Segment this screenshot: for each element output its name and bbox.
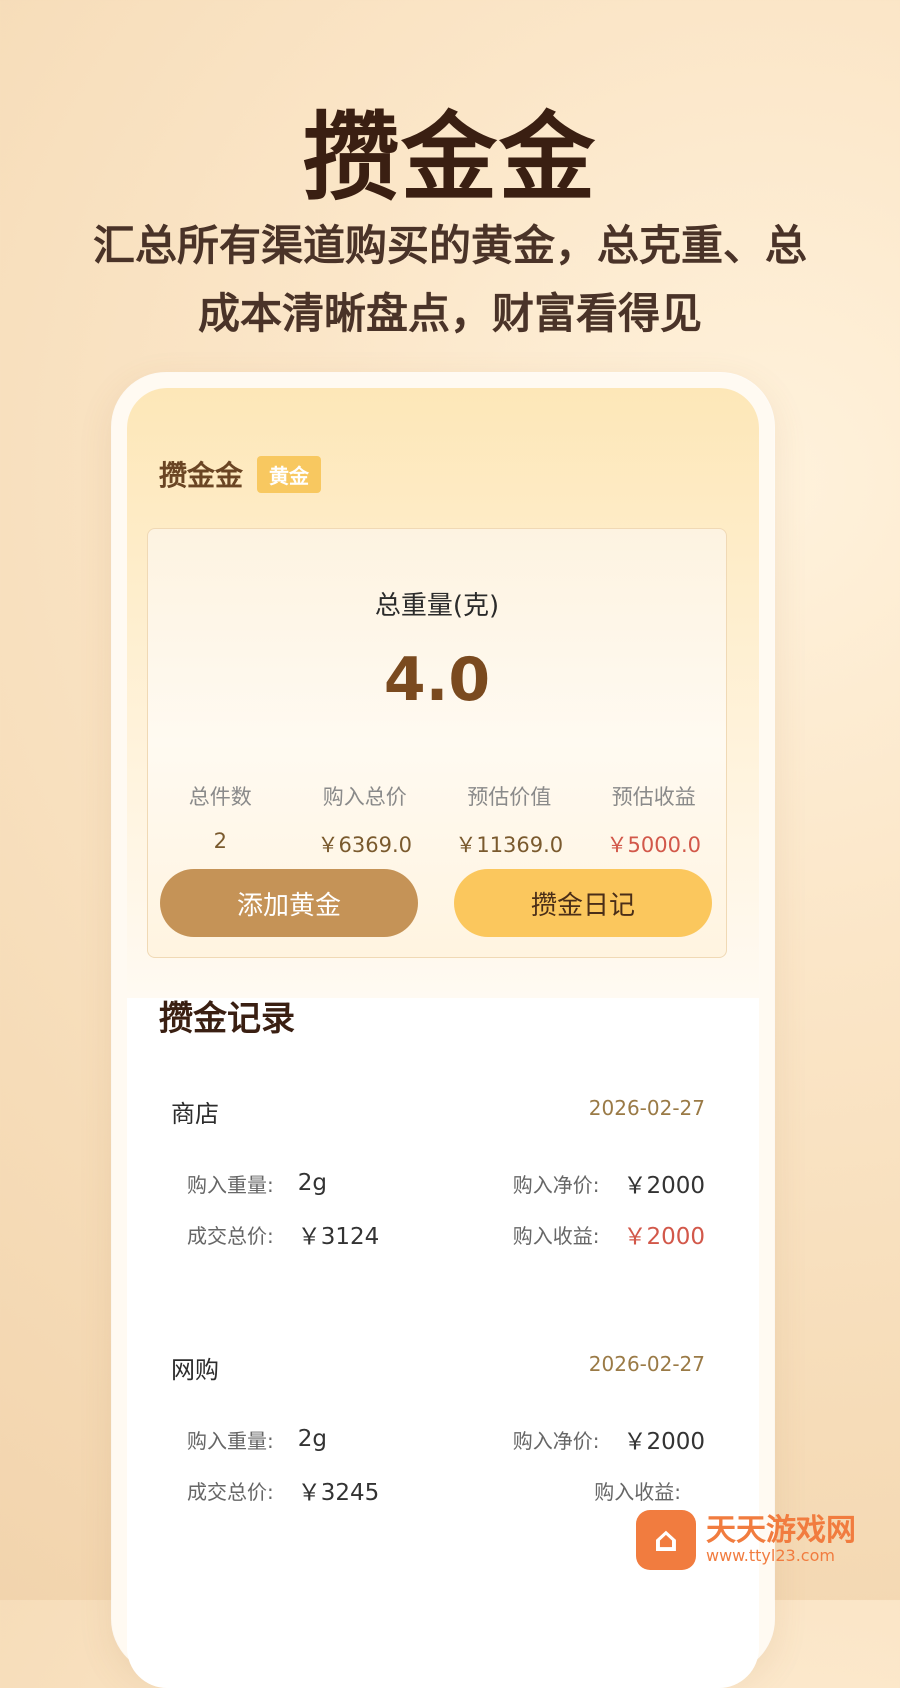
field-value: 2g xyxy=(297,1170,327,1196)
app-header: 攒金金 黄金 xyxy=(159,454,322,494)
field-label: 成交总价: xyxy=(187,1479,274,1504)
stat-purchase-total: 购入总价 ￥6369.0 xyxy=(293,781,437,859)
record-field: 成交总价: ￥3245 xyxy=(187,1473,437,1507)
field-label: 购入重量: xyxy=(187,1428,274,1453)
field-value: ￥2000 xyxy=(623,1173,705,1199)
field-label: 购入净价: xyxy=(512,1428,600,1453)
field-value: ￥3124 xyxy=(297,1224,380,1250)
stats-row: 总件数 2 购入总价 ￥6369.0 预估价值 ￥11369.0 预估收益 ￥5… xyxy=(148,781,726,859)
record-field: 购入收益: ￥2000 xyxy=(455,1217,705,1251)
record-date: 2026-02-27 xyxy=(588,1352,705,1376)
promo-subtitle-line1: 汇总所有渠道购买的黄金，总克重、总 xyxy=(92,221,807,270)
promo-title: 攒金金 xyxy=(303,102,597,214)
record-field: 购入净价: ￥2000 xyxy=(455,1166,705,1200)
record-name: 网购 xyxy=(171,1356,219,1384)
record-row: 成交总价: ￥3124 购入收益: ￥2000 xyxy=(187,1217,705,1251)
record-field: 购入重量: 2g xyxy=(187,1166,437,1200)
add-gold-button[interactable]: 添加黄金 xyxy=(160,869,418,937)
promo-subtitle: 汇总所有渠道购买的黄金，总克重、总 成本清晰盘点，财富看得见 xyxy=(40,212,860,348)
gift-box-icon: ⌂ xyxy=(636,1510,696,1570)
record-field: 购入净价: ￥2000 xyxy=(455,1422,705,1456)
app-name: 攒金金 xyxy=(159,459,244,492)
stat-value: 2 xyxy=(213,829,227,853)
stat-value: ￥6369.0 xyxy=(317,833,412,857)
field-value: ￥3245 xyxy=(297,1480,380,1506)
app-screen: 攒金金 黄金 总重量(克) 4.0 总件数 2 购入总价 ￥6369.0 预估价… xyxy=(127,388,759,1688)
total-weight-value: 4.0 xyxy=(383,645,491,715)
record-row: 购入重量: 2g 购入净价: ￥2000 xyxy=(187,1166,705,1200)
stat-label: 总件数 xyxy=(188,785,252,809)
watermark-text: 天天游戏网 www.ttyl23.com xyxy=(706,1515,856,1565)
record-field: 购入重量: 2g xyxy=(187,1422,437,1456)
watermark: ⌂ 天天游戏网 www.ttyl23.com xyxy=(636,1500,886,1580)
total-weight-label: 总重量(克) xyxy=(374,591,500,621)
record-row: 成交总价: ￥3245 购入收益: xyxy=(187,1473,705,1507)
stat-value: ￥5000.0 xyxy=(606,833,701,857)
summary-card: 总重量(克) 4.0 总件数 2 购入总价 ￥6369.0 预估价值 ￥1136… xyxy=(147,528,727,958)
promo-subtitle-line2: 成本清晰盘点，财富看得见 xyxy=(197,289,702,338)
category-badge[interactable]: 黄金 xyxy=(257,455,322,493)
field-value: ￥2000 xyxy=(623,1224,705,1250)
gold-diary-button[interactable]: 攒金日记 xyxy=(454,869,712,937)
stat-estimated-profit: 预估收益 ￥5000.0 xyxy=(582,781,726,859)
stat-label: 购入总价 xyxy=(322,785,407,809)
record-field: 成交总价: ￥3124 xyxy=(187,1217,437,1251)
field-label: 购入净价: xyxy=(512,1172,600,1197)
records-title: 攒金记录 xyxy=(159,999,295,1039)
field-value: 2g xyxy=(297,1426,327,1452)
stat-label: 预估价值 xyxy=(467,785,552,809)
field-label: 购入重量: xyxy=(187,1172,274,1197)
field-label: 购入收益: xyxy=(512,1223,600,1248)
record-row: 购入重量: 2g 购入净价: ￥2000 xyxy=(187,1422,705,1456)
watermark-sub: www.ttyl23.com xyxy=(706,1546,835,1565)
field-value: ￥2000 xyxy=(623,1429,705,1455)
watermark-main: 天天游戏网 xyxy=(706,1513,856,1548)
record-name: 商店 xyxy=(171,1100,219,1128)
stat-label: 预估收益 xyxy=(611,785,696,809)
stat-item-count: 总件数 2 xyxy=(148,781,292,859)
stat-estimated-value: 预估价值 ￥11369.0 xyxy=(437,781,581,859)
field-label: 成交总价: xyxy=(187,1223,274,1248)
record-date: 2026-02-27 xyxy=(588,1096,705,1120)
stat-value: ￥11369.0 xyxy=(455,833,564,857)
